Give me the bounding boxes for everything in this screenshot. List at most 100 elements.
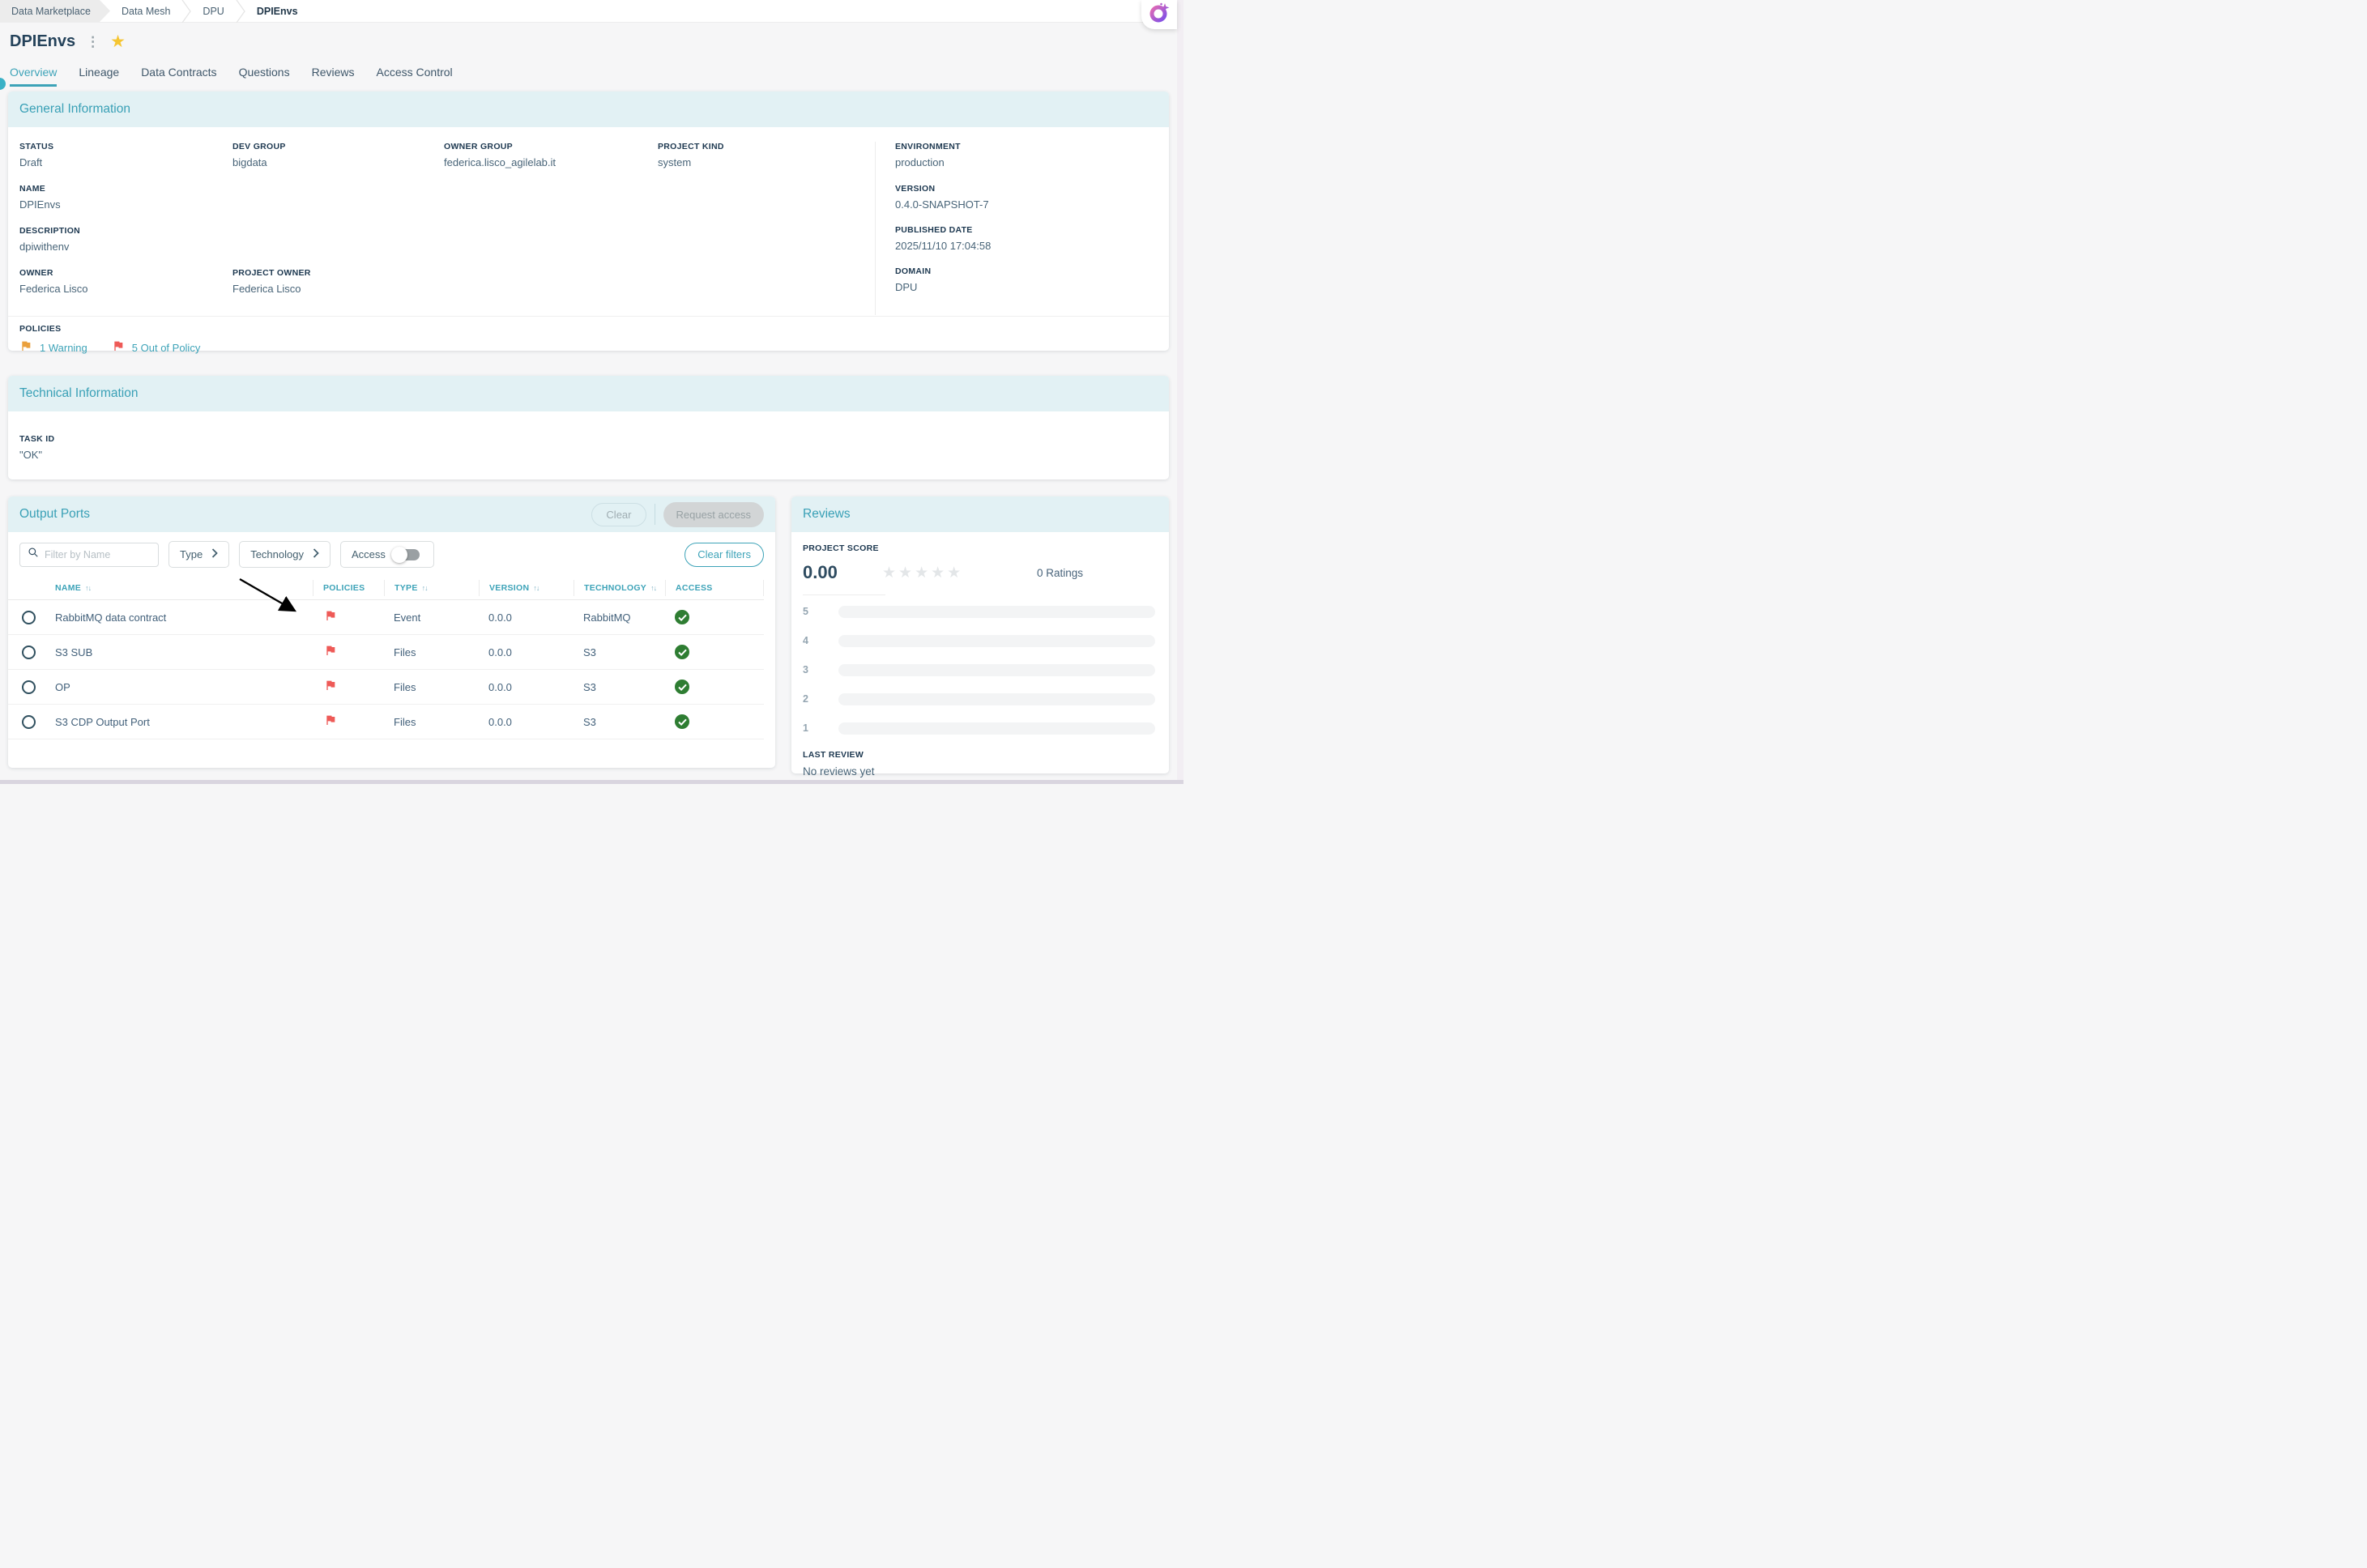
field-published-date: PUBLISHED DATE 2025/11/10 17:04:58 xyxy=(895,225,1169,266)
ai-assistant-button[interactable] xyxy=(1141,0,1177,29)
cell-type: Files xyxy=(384,716,479,728)
field-name: NAME DPIEnvs xyxy=(19,184,875,226)
access-toggle[interactable] xyxy=(394,549,420,560)
kebab-menu-icon[interactable]: ⋮ xyxy=(84,35,101,49)
cell-version: 0.0.0 xyxy=(479,611,574,624)
column-label: TECHNOLOGY xyxy=(584,583,646,593)
ratings-count: 0 Ratings xyxy=(1037,567,1083,579)
policies-out-of-policy-link[interactable]: 5 Out of Policy xyxy=(132,342,201,354)
column-header-type[interactable]: TYPE ↑↓ xyxy=(384,580,479,596)
general-info-side-fields: ENVIRONMENT production VERSION 0.4.0-SNA… xyxy=(875,142,1169,315)
tab-overview[interactable]: Overview xyxy=(10,66,57,87)
column-label: TYPE xyxy=(394,583,418,593)
general-information-body: STATUS Draft DEV GROUP bigdata OWNER GRO… xyxy=(8,127,1169,315)
row-radio[interactable] xyxy=(22,611,36,624)
breadcrumb-item-current: DPIEnvs xyxy=(245,0,309,22)
table-row[interactable]: S3 SUB Files 0.0.0 S3 xyxy=(8,635,764,670)
row-radio[interactable] xyxy=(22,680,36,694)
field-status: STATUS Draft xyxy=(19,142,232,184)
horizontal-scrollbar[interactable] xyxy=(0,780,1184,784)
rating-bar-4: 4 xyxy=(803,626,1158,655)
page-header: DPIEnvs ⋮ ★ xyxy=(10,32,126,51)
general-information-card: General Information STATUS Draft DEV GRO… xyxy=(8,92,1169,351)
policies-warning-link[interactable]: 1 Warning xyxy=(40,342,87,354)
row-radio[interactable] xyxy=(22,646,36,659)
field-value: 2025/11/10 17:04:58 xyxy=(895,240,1169,252)
field-task-id: TASK ID "OK" xyxy=(19,434,1158,461)
breadcrumb-separator-icon xyxy=(236,0,245,22)
table-row[interactable]: S3 CDP Output Port Files 0.0.0 S3 xyxy=(8,705,764,739)
vertical-scrollbar[interactable] xyxy=(1177,0,1184,784)
cell-type: Files xyxy=(384,646,479,658)
sort-icon: ↑↓ xyxy=(533,584,539,592)
floating-widget-handle[interactable] xyxy=(0,78,6,90)
clear-filters-button[interactable]: Clear filters xyxy=(685,543,764,567)
rating-bar-1: 1 xyxy=(803,714,1158,743)
column-header-name[interactable]: NAME ↑↓ xyxy=(45,580,313,596)
field-value: 0.4.0-SNAPSHOT-7 xyxy=(895,198,1169,211)
name-filter-input[interactable] xyxy=(45,549,151,560)
rating-bar-label: 2 xyxy=(803,693,815,705)
favorite-star-icon[interactable]: ★ xyxy=(110,33,126,50)
section-title: General Information xyxy=(19,102,130,117)
section-title: Output Ports xyxy=(19,507,90,522)
request-access-button[interactable]: Request access xyxy=(663,502,765,527)
column-label: POLICIES xyxy=(323,583,365,593)
row-radio[interactable] xyxy=(22,715,36,729)
section-title: Technical Information xyxy=(19,386,138,401)
rating-bar-5: 5 xyxy=(803,597,1158,626)
general-info-fields: STATUS Draft DEV GROUP bigdata OWNER GRO… xyxy=(19,142,875,315)
technology-filter-button[interactable]: Technology xyxy=(239,541,331,568)
field-environment: ENVIRONMENT production xyxy=(895,142,1169,184)
tab-lineage[interactable]: Lineage xyxy=(79,66,119,87)
field-version: VERSION 0.4.0-SNAPSHOT-7 xyxy=(895,184,1169,225)
tab-data-contracts[interactable]: Data Contracts xyxy=(141,66,216,87)
breadcrumb: Data Marketplace Data Mesh DPU DPIEnvs xyxy=(0,0,1177,23)
column-header-technology[interactable]: TECHNOLOGY ↑↓ xyxy=(574,580,665,596)
out-of-policy-flag-icon[interactable] xyxy=(324,714,337,731)
access-granted-icon xyxy=(675,610,689,624)
cell-version: 0.0.0 xyxy=(479,646,574,658)
out-of-policy-flag-icon[interactable] xyxy=(324,679,337,696)
field-value: Federica Lisco xyxy=(232,283,444,295)
sort-icon: ↑↓ xyxy=(85,584,91,592)
out-of-policy-flag-icon[interactable] xyxy=(324,609,337,626)
tab-questions[interactable]: Questions xyxy=(239,66,290,87)
page-title: DPIEnvs xyxy=(10,32,75,51)
table-row[interactable]: RabbitMQ data contract Event 0.0.0 Rabbi… xyxy=(8,600,764,635)
rating-distribution: 5 4 3 2 1 xyxy=(803,597,1158,743)
clear-selection-button[interactable]: Clear xyxy=(591,503,646,526)
breadcrumb-item-data-marketplace[interactable]: Data Marketplace xyxy=(0,0,110,22)
breadcrumb-separator-icon xyxy=(181,0,191,22)
cell-type: Event xyxy=(384,611,479,624)
column-header-access: ACCESS xyxy=(665,580,764,596)
out-of-policy-flag-icon[interactable] xyxy=(324,644,337,661)
project-score-value: 0.00 xyxy=(803,562,882,583)
field-value: DPU xyxy=(895,281,1169,293)
field-label: DEV GROUP xyxy=(232,142,444,151)
project-score-label: PROJECT SCORE xyxy=(803,543,1158,553)
tab-reviews[interactable]: Reviews xyxy=(312,66,355,87)
last-review-label: LAST REVIEW xyxy=(803,750,1158,760)
cell-type: Files xyxy=(384,681,479,693)
reviews-card: Reviews PROJECT SCORE 0.00 ★★★★★ 0 Ratin… xyxy=(791,496,1169,773)
type-filter-button[interactable]: Type xyxy=(168,541,229,568)
chevron-right-icon xyxy=(313,548,319,560)
breadcrumb-item-dpu[interactable]: DPU xyxy=(191,0,235,22)
access-filter-group: Access xyxy=(340,541,434,568)
field-label: DOMAIN xyxy=(895,266,1169,276)
table-row[interactable]: OP Files 0.0.0 S3 xyxy=(8,670,764,705)
column-header-version[interactable]: VERSION ↑↓ xyxy=(479,580,574,596)
output-ports-table-header: NAME ↑↓ POLICIES TYPE ↑↓ VERSION ↑↓ TECH… xyxy=(8,576,764,600)
chevron-right-icon xyxy=(211,548,218,560)
access-filter-label: Access xyxy=(352,548,386,560)
breadcrumb-item-data-mesh[interactable]: Data Mesh xyxy=(110,0,181,22)
score-divider xyxy=(803,594,885,595)
tab-access-control[interactable]: Access Control xyxy=(377,66,453,87)
field-value: system xyxy=(658,156,875,168)
out-of-policy-flag-icon xyxy=(112,339,125,356)
policies-label: POLICIES xyxy=(19,324,1158,334)
cell-name: S3 SUB xyxy=(45,646,313,658)
technical-information-card: Technical Information TASK ID "OK" xyxy=(8,376,1169,479)
rating-bar-track xyxy=(838,664,1155,676)
